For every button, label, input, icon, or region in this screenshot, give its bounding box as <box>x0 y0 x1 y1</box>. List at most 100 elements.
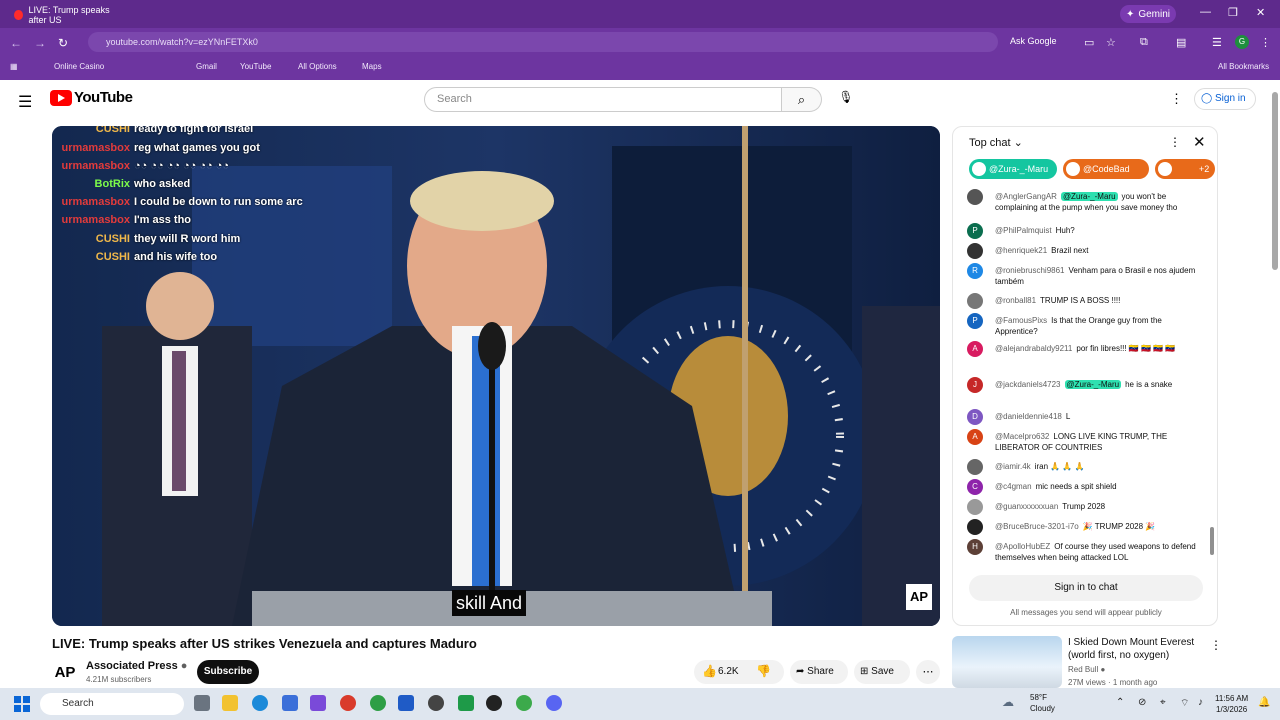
wifi-icon[interactable]: ⌔ <box>1180 697 1189 710</box>
recommended-channel[interactable]: Red Bull ● <box>1068 665 1105 674</box>
location-icon[interactable]: ⌖ <box>1160 697 1166 708</box>
volume-icon[interactable]: ♪ <box>1198 697 1203 708</box>
tray-chevron-icon[interactable]: ⌃ <box>1116 697 1124 708</box>
search-input[interactable]: Search <box>424 87 782 112</box>
chat-mention-tag[interactable]: @Zura-_-Maru <box>1064 380 1122 389</box>
taskbar-search-input[interactable]: Search <box>40 693 184 715</box>
channel-avatar[interactable]: AP <box>52 660 78 686</box>
sidepanel-icon[interactable]: ▤ <box>1176 36 1186 49</box>
extensions-icon[interactable]: ⧉ <box>1140 36 1148 49</box>
chat-username[interactable]: @BruceBruce-3201-i7o <box>995 522 1079 531</box>
browser-menu-icon[interactable]: ⋮ <box>1260 36 1271 49</box>
chat-username[interactable]: @roniebruschi9861 <box>995 266 1065 275</box>
task-view-icon[interactable] <box>194 695 210 711</box>
chat-username[interactable]: @ApolloHubEZ <box>995 542 1050 551</box>
app-icon[interactable] <box>428 695 444 711</box>
taskbar-clock[interactable]: 11:56 AM 1/3/2026 <box>1215 693 1248 715</box>
menu-icon[interactable]: ☰ <box>18 92 32 112</box>
reading-list-icon[interactable]: ☰ <box>1212 36 1222 49</box>
chat-username[interactable]: @AnglerGangAR <box>995 192 1057 201</box>
chat-username[interactable]: @c4gman <box>995 482 1032 491</box>
sign-in-to-chat-button[interactable]: Sign in to chat <box>969 575 1203 601</box>
chat-username[interactable]: @ronball81 <box>995 296 1036 305</box>
gemini-button[interactable]: ✦ Gemini <box>1120 5 1176 23</box>
forward-icon[interactable]: → <box>34 36 46 50</box>
app-icon[interactable] <box>486 695 502 711</box>
copilot-icon[interactable] <box>310 695 326 711</box>
chat-username[interactable]: @Macelpro632 <box>995 432 1049 441</box>
chat-scrollbar[interactable] <box>1210 527 1214 555</box>
recommended-options-icon[interactable]: ⋮ <box>1210 638 1222 652</box>
ask-google-button[interactable]: Ask Google <box>1010 36 1057 46</box>
bookmark-item[interactable]: Online Casino <box>54 62 104 71</box>
chat-username[interactable]: @jackdaniels4723 <box>995 380 1061 389</box>
cast-icon[interactable]: ▭ <box>1084 36 1094 49</box>
file-explorer-icon[interactable] <box>222 695 238 711</box>
channel-name[interactable]: Associated Press ● <box>86 660 187 672</box>
chat-username[interactable]: @PhilPalmquist <box>995 226 1052 235</box>
browser-tab[interactable]: LIVE: Trump speaks after US <box>8 4 128 26</box>
save-button[interactable]: ⊞ Save <box>854 660 910 684</box>
youtube-logo[interactable]: YouTube <box>50 89 133 106</box>
chat-options-icon[interactable]: ⋮ <box>1169 135 1181 149</box>
page-scrollbar[interactable] <box>1272 92 1278 270</box>
chat-mention-tag[interactable]: @Zura-_-Maru <box>1060 192 1118 201</box>
subscribe-button[interactable]: Subscribe <box>197 660 259 684</box>
like-count[interactable]: 6.2K <box>718 666 739 677</box>
discord-icon[interactable] <box>546 695 562 711</box>
pinned-chip[interactable]: @CodeBad <box>1063 159 1149 179</box>
chat-message[interactable]: H @ApolloHubEZ Of course they used weapons… <box>967 539 1202 565</box>
video-player[interactable]: like you depend on it i paid the ucas of… <box>52 126 940 626</box>
settings-kebab-icon[interactable]: ⋮ <box>1170 91 1183 107</box>
bookmark-item[interactable]: Gmail <box>196 62 217 71</box>
share-button[interactable]: ➦ Share <box>790 660 848 684</box>
chat-username[interactable]: @henriquek21 <box>995 246 1047 255</box>
restore-icon[interactable]: ❐ <box>1228 6 1238 19</box>
office-icon[interactable] <box>340 695 356 711</box>
chat-message[interactable]: A @Macelpro632 LONG LIVE KING TRUMP, THE L… <box>967 429 1202 455</box>
chat-username[interactable]: @FamousPixs <box>995 316 1047 325</box>
chat-mode-dropdown[interactable]: Top chat ⌄ <box>969 136 1023 149</box>
all-bookmarks[interactable]: All Bookmarks <box>1218 62 1269 71</box>
search-button[interactable]: ⌕ <box>782 87 822 112</box>
dislike-icon[interactable]: 👎 <box>756 664 771 678</box>
pinned-chip[interactable]: @Zura-_-Maru <box>969 159 1057 179</box>
chat-message[interactable]: @AnglerGangAR @Zura-_-Maru you won't be co… <box>967 189 1202 215</box>
apps-icon[interactable]: ▦ <box>10 62 18 71</box>
chat-username[interactable]: @guanxxxxxxuan <box>995 502 1058 511</box>
sign-in-button[interactable]: ◯ Sign in <box>1194 88 1256 110</box>
profile-avatar[interactable]: G <box>1235 35 1249 49</box>
back-icon[interactable]: ← <box>10 36 22 50</box>
chrome-icon[interactable] <box>370 695 386 711</box>
chat-username[interactable]: @alejandrabaldy9211 <box>995 344 1072 353</box>
xbox-icon[interactable] <box>458 695 474 711</box>
minimize-icon[interactable]: — <box>1200 6 1211 18</box>
url-field[interactable]: youtube.com/watch?v=ezYNnFETXk0 <box>88 32 998 52</box>
bookmark-item[interactable]: Maps <box>362 62 382 71</box>
voice-search-icon[interactable]: 🎙 <box>835 90 857 110</box>
close-icon[interactable]: ✕ <box>1193 133 1206 151</box>
chat-username[interactable]: @danieldennie418 <box>995 412 1062 421</box>
word-icon[interactable] <box>398 695 414 711</box>
like-icon[interactable]: 👍 <box>702 664 717 678</box>
chat-message[interactable]: A @alejandrabaldy9211 por fin libres!!! 🇻🇪… <box>967 341 1202 367</box>
close-window-icon[interactable]: ✕ <box>1256 6 1265 19</box>
recommended-title[interactable]: I Skied Down Mount Everest (world first,… <box>1068 636 1208 662</box>
more-actions-button[interactable]: ⋯ <box>916 660 940 684</box>
edge-icon[interactable] <box>252 695 268 711</box>
chat-username[interactable]: @iamir.4k <box>995 462 1031 471</box>
store-icon[interactable] <box>282 695 298 711</box>
reload-icon[interactable]: ↻ <box>58 36 68 50</box>
chrome-active-icon[interactable] <box>516 695 532 711</box>
network-off-icon[interactable]: ⊘ <box>1138 697 1146 708</box>
chat-message[interactable]: R @roniebruschi9861 Venham para o Brasil e… <box>967 263 1202 289</box>
bookmark-item[interactable]: YouTube <box>240 62 271 71</box>
chat-message[interactable]: J @jackdaniels4723 @Zura-_-Maru he is a sna… <box>967 377 1202 403</box>
bookmark-item[interactable]: All Options <box>298 62 337 71</box>
pinned-chip-more[interactable]: +2 <box>1155 159 1215 179</box>
windows-start-icon[interactable] <box>14 696 30 712</box>
star-icon[interactable]: ☆ <box>1106 36 1116 49</box>
chat-message[interactable]: P @FamousPixs Is that the Orange guy from … <box>967 313 1202 339</box>
notification-icon[interactable]: 🔔 <box>1258 697 1270 708</box>
recommended-thumbnail[interactable] <box>952 636 1062 688</box>
